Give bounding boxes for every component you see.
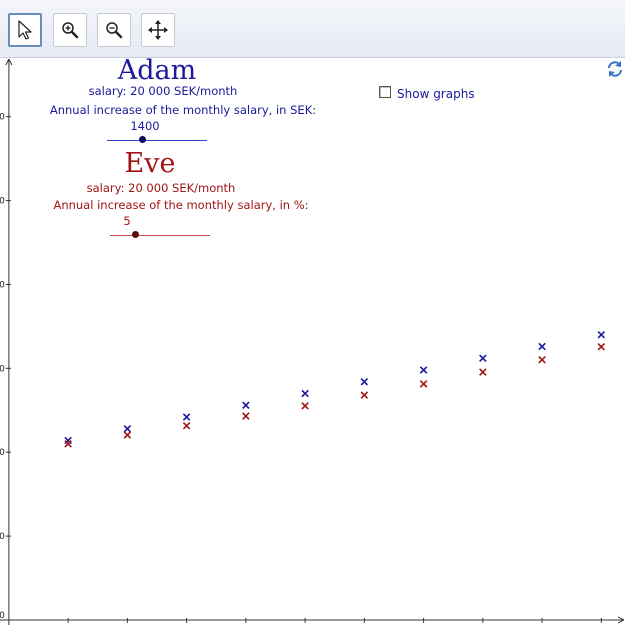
eve-point[interactable]: [360, 391, 369, 399]
adam-point[interactable]: [242, 401, 250, 410]
adam-increase-value: 1400: [130, 119, 160, 133]
zoom-in-button[interactable]: [53, 13, 87, 47]
y-tick-label: 10000: [0, 532, 5, 542]
eve-slider-track: [110, 235, 210, 236]
eve-point[interactable]: [419, 380, 428, 388]
toolbar: [0, 0, 625, 58]
adam-point[interactable]: [182, 413, 191, 421]
graph-view[interactable]: 0123456789100100002000030000400005000060…: [0, 58, 625, 625]
adam-point[interactable]: [360, 377, 369, 386]
show-graphs-label: Show graphs: [397, 87, 475, 101]
show-graphs-checkbox[interactable]: [379, 86, 391, 98]
y-tick-label: 60000: [0, 113, 5, 123]
eve-point[interactable]: [479, 368, 487, 376]
y-tick-label: 40000: [0, 280, 5, 290]
move-view-button[interactable]: [141, 13, 175, 47]
eve-increase-label: Annual increase of the monthly salary, i…: [53, 198, 309, 212]
adam-slider-track: [107, 140, 207, 141]
eve-point[interactable]: [597, 342, 606, 351]
eve-point[interactable]: [301, 402, 309, 410]
show-graphs-toggle[interactable]: Show graphs: [379, 85, 475, 101]
zoom-out-button[interactable]: [97, 13, 131, 47]
zoom-out-icon: [106, 22, 123, 39]
y-tick-label: 50000: [0, 197, 5, 207]
move-pointer-icon: [18, 20, 32, 40]
adam-increase-slider[interactable]: [107, 136, 207, 146]
adam-point[interactable]: [479, 354, 487, 363]
eve-name: Eve: [124, 148, 176, 179]
refresh-icon: [608, 61, 622, 77]
refresh-button[interactable]: [606, 60, 624, 78]
adam-increase-label: Annual increase of the monthly salary, i…: [49, 103, 317, 117]
eve-increase-value: 5: [123, 214, 131, 228]
eve-increase-slider[interactable]: [110, 231, 210, 241]
adam-slider-knob[interactable]: [138, 136, 146, 143]
y-tick-label: 30000: [0, 364, 5, 374]
adam-name: Adam: [117, 55, 197, 86]
adam-point[interactable]: [123, 424, 132, 433]
eve-salary: salary: 20 000 SEK/month: [86, 181, 236, 195]
eve-point[interactable]: [123, 431, 132, 439]
adam-point[interactable]: [597, 331, 606, 339]
eve-slider-knob[interactable]: [131, 231, 139, 238]
adam-point[interactable]: [419, 366, 428, 374]
zoom-in-icon: [62, 22, 79, 39]
eve-point[interactable]: [538, 355, 546, 364]
y-tick-label: 0: [0, 611, 5, 621]
move-tool-button[interactable]: [8, 13, 42, 47]
y-tick-label: 20000: [0, 448, 5, 458]
adam-salary: salary: 20 000 SEK/month: [88, 84, 238, 98]
eve-point[interactable]: [182, 422, 191, 430]
adam-point[interactable]: [301, 389, 309, 398]
move-view-icon: [148, 20, 168, 40]
eve-point[interactable]: [242, 412, 250, 420]
adam-point[interactable]: [538, 342, 546, 351]
